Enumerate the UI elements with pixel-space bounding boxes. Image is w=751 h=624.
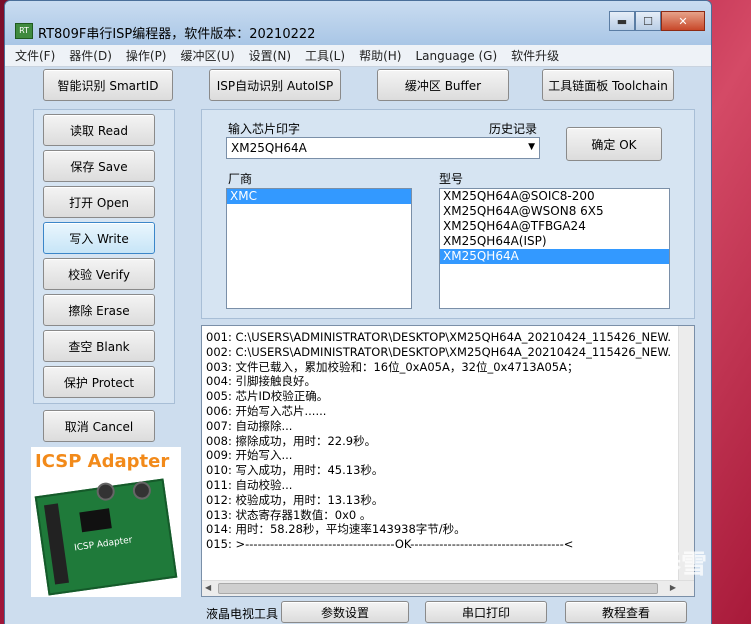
protect-button[interactable]: 保护 Protect (43, 366, 155, 398)
serial-print-button[interactable]: 串口打印 (425, 601, 547, 623)
app-window: RT RT809F串行ISP编程器，软件版本：20210222 ▬ ☐ ✕ 文件… (4, 0, 712, 624)
capacitor (95, 481, 116, 502)
chevron-down-icon[interactable]: ▼ (528, 142, 535, 152)
log-line: 012: 校验成功，用时：13.13秒。 (206, 492, 384, 507)
model-list[interactable]: XM25QH64A@SOIC8-200 XM25QH64A@WSON8 6X5 … (439, 188, 670, 309)
smartid-button[interactable]: 智能识别 SmartID (43, 69, 173, 101)
vendor-list[interactable]: XMC (226, 188, 412, 309)
model-item[interactable]: XM25QH64A@SOIC8-200 (440, 189, 669, 204)
chip-name-value: XM25QH64A (231, 141, 307, 155)
menu-language[interactable]: Language (G) (415, 49, 497, 63)
log-line: 009: 开始写入... (206, 448, 293, 463)
autoisp-button[interactable]: ISP自动识别 AutoISP (209, 69, 341, 101)
model-item[interactable]: XM25QH64A(ISP) (440, 234, 669, 249)
blank-button[interactable]: 查空 Blank (43, 330, 155, 362)
log-horizontal-scrollbar[interactable]: ◀ ▶ (202, 580, 694, 596)
log-line: 014: 用时：58.28秒，平均速率143938字节/秒。 (206, 522, 466, 537)
capacitor (131, 480, 153, 501)
model-label: 型号 (439, 172, 464, 186)
model-item[interactable]: XM25QH64A (440, 249, 669, 264)
menu-settings[interactable]: 设置(N) (249, 47, 291, 64)
buffer-button[interactable]: 缓冲区 Buffer (377, 69, 509, 101)
menu-bar: 文件(F) 器件(D) 操作(P) 缓冲区(U) 设置(N) 工具(L) 帮助(… (5, 45, 711, 67)
watermark: ❄ 春雪 (628, 544, 707, 581)
model-item[interactable]: XM25QH64A@WSON8 6X5 (440, 204, 669, 219)
save-button[interactable]: 保存 Save (43, 150, 155, 182)
log-line: 001: C:\USERS\ADMINISTRATOR\DESKTOP\XM25… (206, 330, 672, 344)
verify-button[interactable]: 校验 Verify (43, 258, 155, 290)
close-button[interactable]: ✕ (661, 11, 705, 31)
menu-tools[interactable]: 工具(L) (305, 47, 345, 64)
toolchain-button[interactable]: 工具链面板 Toolchain (542, 69, 674, 101)
adapter-board: ICSP Adapter (34, 478, 178, 596)
vendor-item[interactable]: XMC (227, 189, 411, 204)
erase-button[interactable]: 擦除 Erase (43, 294, 155, 326)
log-line: 010: 写入成功，用时：45.13秒。 (206, 463, 384, 478)
menu-upgrade[interactable]: 软件升级 (511, 47, 559, 64)
ok-button[interactable]: 确定 OK (566, 127, 662, 161)
cancel-button[interactable]: 取消 Cancel (43, 410, 155, 442)
read-button[interactable]: 读取 Read (43, 114, 155, 146)
watermark-text: 春雪 (654, 550, 707, 580)
app-icon: RT (15, 23, 33, 39)
log-line: 011: 自动校验... (206, 477, 293, 492)
title-bar: RT RT809F串行ISP编程器，软件版本：20210222 ▬ ☐ ✕ (5, 1, 711, 45)
log-line: 003: 文件已载入，累加校验和：16位_0xA05A，32位_0x4713A0… (206, 359, 579, 374)
chip-input-label: 输入芯片印字 (228, 122, 301, 136)
adapter-title: ICSP Adapter (35, 451, 170, 472)
log-output[interactable]: 001: C:\USERS\ADMINISTRATOR\DESKTOP\XM25… (201, 325, 695, 597)
scroll-left-icon[interactable]: ◀ (205, 583, 211, 592)
params-button[interactable]: 参数设置 (281, 601, 409, 623)
model-item[interactable]: XM25QH64A@TFBGA24 (440, 219, 669, 234)
log-line: 015: >----------------------------------… (206, 537, 574, 552)
open-button[interactable]: 打开 Open (43, 186, 155, 218)
menu-device[interactable]: 器件(D) (69, 47, 112, 64)
scroll-thumb[interactable] (218, 583, 658, 594)
board-label: ICSP Adapter (73, 535, 134, 554)
log-line: 006: 开始写入芯片...... (206, 403, 327, 418)
window-controls: ▬ ☐ ✕ (609, 11, 705, 31)
menu-file[interactable]: 文件(F) (15, 47, 55, 64)
client-area: 智能识别 SmartID ISP自动识别 AutoISP 缓冲区 Buffer … (5, 67, 711, 624)
menu-help[interactable]: 帮助(H) (359, 47, 401, 64)
tutorial-button[interactable]: 教程查看 (565, 601, 687, 623)
pin-header (43, 503, 69, 585)
icsp-adapter-image: ICSP Adapter ICSP Adapter (31, 447, 181, 597)
snowflake-icon: ❄ (627, 547, 651, 580)
history-label: 历史记录 (489, 122, 538, 136)
scroll-right-icon[interactable]: ▶ (670, 583, 676, 592)
lcd-tool-label: 液晶电视工具 (206, 607, 279, 621)
log-line: 008: 擦除成功，用时：22.9秒。 (206, 433, 377, 448)
maximize-button[interactable]: ☐ (635, 11, 661, 31)
minimize-button[interactable]: ▬ (609, 11, 635, 31)
window-title: RT809F串行ISP编程器，软件版本：20210222 (38, 27, 316, 42)
log-line: 004: 引脚接触良好。 (206, 374, 316, 389)
log-line: 005: 芯片ID校验正确。 (206, 389, 329, 404)
log-lines: 001: C:\USERS\ADMINISTRATOR\DESKTOP\XM25… (206, 330, 684, 566)
chip-name-combobox[interactable]: XM25QH64A ▼ (226, 137, 540, 159)
log-line: 013: 状态寄存器1数值：0x0 。 (206, 507, 372, 522)
vendor-label: 厂商 (228, 172, 253, 186)
menu-buffer[interactable]: 缓冲区(U) (181, 47, 235, 64)
board-chip (79, 508, 112, 533)
menu-operation[interactable]: 操作(P) (126, 47, 167, 64)
log-line: 002: C:\USERS\ADMINISTRATOR\DESKTOP\XM25… (206, 344, 672, 359)
log-line: 007: 自动擦除... (206, 418, 293, 433)
write-button[interactable]: 写入 Write (43, 222, 155, 254)
